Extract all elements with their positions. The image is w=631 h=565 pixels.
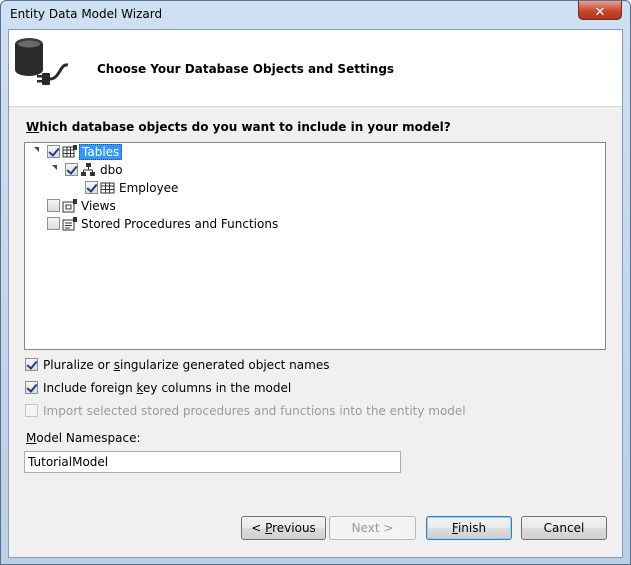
- views-icon: [62, 199, 77, 213]
- expanded-arrow-icon[interactable]: [34, 147, 39, 152]
- tree-node-dbo[interactable]: dbo: [25, 161, 225, 179]
- model-namespace-input[interactable]: [24, 451, 401, 473]
- tables-label[interactable]: Tables: [79, 144, 123, 160]
- previous-label-start: <: [251, 521, 266, 535]
- previous-label-end: revious: [272, 521, 316, 535]
- finish-label-end: inish: [457, 521, 487, 535]
- expanded-arrow-icon[interactable]: [52, 165, 57, 170]
- tree-node-tables[interactable]: Tables: [25, 143, 225, 161]
- title-bar[interactable]: Entity Data Model Wizard ✕: [1, 1, 630, 29]
- pluralize-checkbox[interactable]: [25, 358, 38, 371]
- import-procedures-label: Import selected stored procedures and fu…: [43, 404, 466, 418]
- previous-button[interactable]: < Previous: [241, 516, 326, 540]
- finish-button[interactable]: Finish: [426, 516, 512, 540]
- question-text: hich database objects do you want to inc…: [39, 120, 451, 134]
- foreign-key-checkbox[interactable]: [25, 381, 38, 394]
- tree-node-stored-procedures[interactable]: Stored Procedures and Functions: [25, 215, 325, 233]
- access-key-m: M: [26, 431, 37, 445]
- page-title: Choose Your Database Objects and Setting…: [97, 62, 395, 76]
- import-procedures-checkbox: [25, 404, 38, 417]
- pluralize-label-end: ingularize generated object names: [119, 358, 330, 372]
- database-objects-tree[interactable]: Tables dbo Employee Views Stored Procedu…: [24, 142, 606, 350]
- stored-procedures-checkbox[interactable]: [47, 217, 60, 230]
- foreign-key-label[interactable]: Include foreign key columns in the model: [43, 380, 291, 396]
- pluralize-label-start: Pluralize or: [43, 358, 114, 372]
- tables-checkbox[interactable]: [47, 145, 60, 158]
- table-icon: [100, 182, 115, 194]
- next-button: Next >: [329, 516, 416, 540]
- access-key-w: W: [26, 120, 40, 134]
- views-label[interactable]: Views: [79, 198, 118, 214]
- close-icon: ✕: [594, 5, 606, 20]
- pluralize-label[interactable]: Pluralize or singularize generated objec…: [43, 357, 329, 373]
- close-button[interactable]: ✕: [578, 1, 622, 20]
- window-title: Entity Data Model Wizard: [10, 7, 163, 21]
- wizard-client-area: Choose Your Database Objects and Setting…: [8, 29, 623, 558]
- views-checkbox[interactable]: [47, 199, 60, 212]
- dbo-label[interactable]: dbo: [98, 162, 125, 178]
- model-namespace-label: Model Namespace:: [26, 431, 141, 445]
- cancel-button[interactable]: Cancel: [521, 516, 607, 540]
- model-namespace-label-text: odel Namespace:: [36, 431, 141, 445]
- wizard-window: Entity Data Model Wizard ✕ Choose Your D…: [0, 0, 631, 565]
- dbo-checkbox[interactable]: [65, 163, 78, 176]
- stored-procedures-icon: [62, 217, 77, 231]
- tables-folder-icon: [62, 145, 77, 158]
- stored-procedures-label[interactable]: Stored Procedures and Functions: [79, 216, 280, 232]
- foreign-key-label-start: Include foreign: [43, 381, 137, 395]
- objects-question-label: Which database objects do you want to in…: [26, 120, 451, 134]
- employee-label[interactable]: Employee: [117, 180, 180, 196]
- tree-node-views[interactable]: Views: [25, 197, 225, 215]
- tree-node-employee[interactable]: Employee: [25, 179, 225, 197]
- foreign-key-label-end: ey columns in the model: [143, 381, 292, 395]
- employee-checkbox[interactable]: [85, 181, 98, 194]
- schema-icon: [81, 163, 95, 176]
- wizard-header: Choose Your Database Objects and Setting…: [9, 30, 622, 107]
- database-plug-icon: [15, 38, 69, 85]
